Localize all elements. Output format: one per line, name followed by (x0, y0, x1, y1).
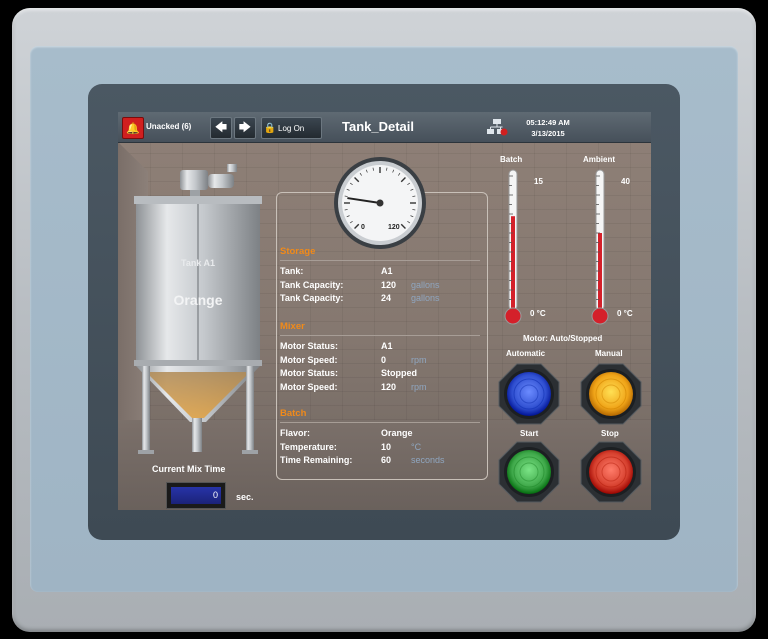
stop-label: Stop (601, 429, 619, 438)
mixer-row-value: 120 (381, 381, 397, 392)
network-status-icon (487, 119, 508, 136)
top-bar: 🔔 Unacked (6) 🡄 🡆 🔒 Log On Tank_Detail 0… (118, 112, 651, 143)
batch-row-label: Flavor: (280, 428, 311, 438)
pressure-gauge: 0 120 (334, 157, 426, 249)
page-title: Tank_Detail (342, 119, 415, 134)
mixer-section-title: Mixer (280, 321, 305, 332)
batch-row-label: Temperature: (280, 441, 337, 452)
arrow-left-icon: 🡄 (214, 119, 228, 134)
manual-button[interactable] (579, 362, 643, 426)
gauge-max-label: 120 (388, 224, 400, 231)
clock-time: 05:12:49 AM (526, 118, 570, 127)
bell-icon: 🔔 (126, 122, 140, 135)
start-label: Start (520, 429, 539, 438)
stop-button[interactable] (579, 440, 643, 504)
lock-icon: 🔒 (263, 122, 277, 134)
clock-display: 05:12:49 AM 3/13/2015 (518, 117, 578, 139)
clock-date: 3/13/2015 (531, 129, 565, 138)
storage-row-unit: gallons (411, 293, 440, 303)
storage-row-label: Tank Capacity: (280, 279, 344, 290)
batch-row-unit: seconds (411, 455, 445, 465)
batch-thermometer (504, 169, 522, 325)
mixer-row-label: Motor Status: (280, 368, 338, 378)
automatic-label: Automatic (506, 349, 546, 358)
hmi-screen: 🔔 Unacked (6) 🡄 🡆 🔒 Log On Tank_Detail 0… (118, 112, 651, 510)
ambient-thermometer (591, 169, 609, 325)
storage-section-title: Storage (280, 246, 316, 257)
alarm-bell-button[interactable]: 🔔 (122, 117, 144, 139)
storage-divider (280, 260, 480, 261)
storage-row-value: 24 (381, 293, 392, 303)
mix-time-display[interactable]: 0 (166, 482, 226, 509)
batch-divider (280, 422, 480, 423)
log-on-label: Log On (278, 123, 305, 133)
batch-thermo-max: 15 (534, 177, 543, 186)
mixer-row-value: 0 (381, 354, 387, 365)
ambient-thermo-label: Ambient (583, 155, 615, 164)
mix-time-label: Current Mix Time (152, 464, 226, 474)
gauge-min-label: 0 (361, 224, 365, 231)
batch-section-title: Batch (280, 408, 307, 419)
storage-row-label: Tank: (280, 266, 304, 276)
motor-status-label: Motor: Auto/Stopped (523, 334, 603, 343)
storage-row-value: 120 (381, 279, 397, 290)
batch-row-unit: °C (411, 441, 422, 452)
batch-row-value: Orange (381, 428, 413, 438)
mixer-row-label: Motor Speed: (280, 354, 338, 365)
storage-row-value: A1 (381, 266, 393, 276)
storage-row-unit: gallons (411, 279, 440, 290)
mix-time-unit: sec. (236, 492, 254, 502)
mixer-row-label: Motor Status: (280, 341, 338, 351)
arrow-right-icon: 🡆 (238, 119, 252, 134)
mixer-row-value: A1 (381, 341, 393, 351)
ambient-thermo-min: 0 °C (617, 309, 633, 318)
log-on-button[interactable]: 🔒 Log On (261, 117, 322, 139)
mixer-row-unit: rpm (411, 354, 427, 365)
ambient-thermo-max: 40 (621, 177, 630, 186)
batch-thermo-label: Batch (500, 155, 523, 164)
back-button[interactable]: 🡄 (210, 117, 232, 139)
batch-row-label: Time Remaining: (280, 455, 353, 465)
mixer-row-unit: rpm (411, 381, 427, 392)
forward-button[interactable]: 🡆 (234, 117, 256, 139)
batch-thermometer-fill (511, 216, 515, 310)
storage-row-label: Tank Capacity: (280, 293, 344, 303)
mix-time-value: 0 (171, 487, 221, 504)
start-button[interactable] (497, 440, 561, 504)
mixer-divider (280, 335, 480, 336)
unacked-alarms-label[interactable]: Unacked (6) (146, 122, 191, 131)
batch-row-value: 10 (381, 441, 392, 452)
mixing-tank[interactable] (132, 164, 264, 458)
mixer-row-label: Motor Speed: (280, 381, 338, 392)
tank-name-label: Tank A1 (180, 258, 215, 268)
automatic-button[interactable] (497, 362, 561, 426)
mixer-row-value: Stopped (381, 368, 417, 378)
ambient-thermometer-fill (598, 233, 602, 310)
tank-content-label: Orange (173, 292, 223, 308)
manual-label: Manual (595, 349, 623, 358)
batch-thermo-min: 0 °C (530, 309, 546, 318)
batch-row-value: 60 (381, 455, 392, 465)
